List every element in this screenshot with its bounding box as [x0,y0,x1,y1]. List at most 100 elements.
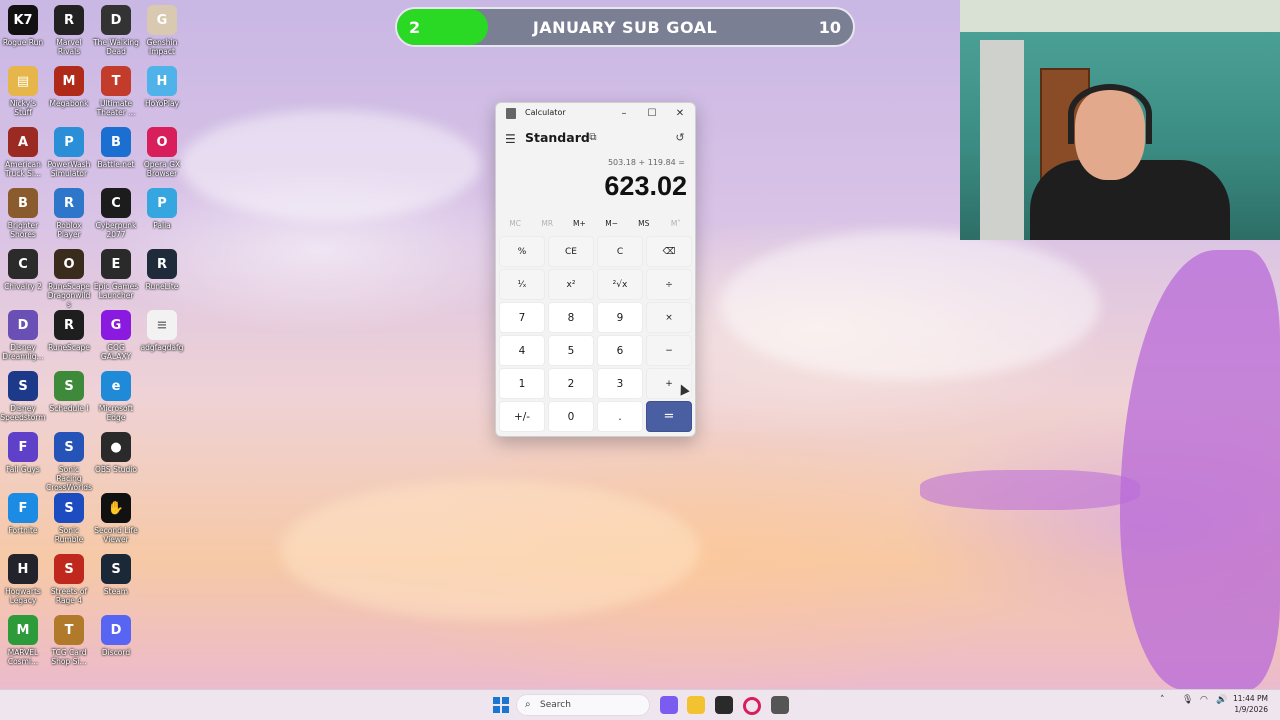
desktop-icon[interactable]: D Discord [93,615,139,657]
desktop-icon[interactable]: F Fall Guys [0,432,46,474]
digit-1-key[interactable]: 1 [499,368,545,399]
file-explorer-icon[interactable] [687,696,705,714]
multiply-key[interactable]: × [646,302,692,333]
digit-8-key[interactable]: 8 [548,302,594,333]
volume-icon[interactable]: 🔊 [1216,695,1227,705]
digit-9-key[interactable]: 9 [597,302,643,333]
maximize-button[interactable]: ☐ [638,105,666,122]
app-icon: H [147,66,177,96]
tray-chevron-icon[interactable]: ˄ [1160,695,1165,705]
desktop-icon[interactable]: F Fortnite [0,493,46,535]
desktop-icon[interactable]: O RuneScape Dragonwilds [46,249,92,309]
app-icon: S [54,493,84,523]
desktop-icon[interactable]: ≡ adgfagdafg [139,310,185,352]
calculator-app-icon [506,108,516,119]
desktop-icon[interactable]: R Roblox Player [46,188,92,239]
subtract-key[interactable]: − [646,335,692,366]
keep-on-top-icon[interactable]: ⧉ [587,132,599,144]
desktop-icon[interactable]: ▤ Nicky's Stuff [0,66,46,117]
memory-button[interactable]: MS [628,216,660,232]
reciprocal-key[interactable]: ¹⁄ₓ [499,269,545,300]
digit-3-key[interactable]: 3 [597,368,643,399]
divide-key[interactable]: ÷ [646,269,692,300]
desktop-icon[interactable]: P Palia [139,188,185,230]
desktop-icon[interactable]: R Marvel Rivals [46,5,92,56]
percent-key[interactable]: % [499,236,545,267]
desktop-icon[interactable]: P PowerWash Simulator [46,127,92,178]
desktop-icon[interactable]: T Ultimate Theater ... [93,66,139,117]
desktop-icon-label: OBS Studio [95,465,137,474]
desktop-icon[interactable]: H Hogwarts Legacy [0,554,46,605]
navigation-menu-icon[interactable]: ☰ [505,133,517,145]
desktop-icon[interactable]: R RuneLite [139,249,185,291]
digit-5-key[interactable]: 5 [548,335,594,366]
desktop-icon[interactable]: C Chivalry 2 [0,249,46,291]
desktop-icon[interactable]: e Microsoft Edge [93,371,139,422]
square-key[interactable]: x² [548,269,594,300]
windows-start-icon[interactable] [493,697,509,713]
calculator-titlebar[interactable]: Calculator – ☐ ✕ [496,103,695,123]
desktop-icon[interactable]: G GOG GALAXY [93,310,139,361]
desktop-icon[interactable]: K7 Rogue Run [0,5,46,47]
desktop-icon[interactable]: S Sonic Rumble [46,493,92,544]
calculator-window[interactable]: Calculator – ☐ ✕ ☰ Standard ⧉ ↺ 503.18 +… [495,102,696,437]
desktop-icon[interactable]: S Disney Speedstorm [0,371,46,422]
desktop-icon[interactable]: T TCG Card Shop Si... [46,615,92,666]
opera-gx-icon[interactable] [743,697,761,715]
wifi-icon[interactable]: ◠ [1200,695,1208,705]
digit-0-key[interactable]: 0 [548,401,594,432]
desktop-icon[interactable]: ● OBS Studio [93,432,139,474]
desktop-icon[interactable]: B Brighter Shores [0,188,46,239]
close-button[interactable]: ✕ [666,105,694,122]
equals-key[interactable]: = [646,401,692,432]
minimize-button[interactable]: – [610,105,638,122]
memory-button[interactable]: M− [596,216,628,232]
desktop-icon[interactable]: O Opera GX Browser [139,127,185,178]
copilot-icon[interactable] [660,696,678,714]
desktop-icon[interactable]: G Genshin Impact [139,5,185,56]
desktop-icon[interactable]: S Steam [93,554,139,596]
app-icon: R [54,310,84,340]
negate-key[interactable]: +/- [499,401,545,432]
app-icon: S [101,554,131,584]
desktop-icon[interactable]: B Battle.net [93,127,139,169]
desktop-icon-label: Sonic Rumble [54,526,84,544]
history-icon[interactable]: ↺ [673,131,687,145]
digit-4-key[interactable]: 4 [499,335,545,366]
desktop-icon-label: Roblox Player [56,221,82,239]
digit-7-key[interactable]: 7 [499,302,545,333]
desktop-icon[interactable]: S Schedule I [46,371,92,413]
desktop-icon[interactable]: M MARVEL Cosmi... [0,615,46,666]
taskbar-search-box[interactable]: ⌕ Search [516,694,650,716]
desktop-icon[interactable]: M Megabonk [46,66,92,108]
desktop-icon[interactable]: S Sonic Racing CrossWorlds [46,432,92,492]
obs-studio-icon[interactable] [715,696,733,714]
square-root-key[interactable]: ²√x [597,269,643,300]
desktop-icon[interactable]: D The Walking Dead [93,5,139,56]
clear-entry-key[interactable]: CE [548,236,594,267]
desktop-icon[interactable]: R RuneScape [46,310,92,352]
clear-key[interactable]: C [597,236,643,267]
desktop-icon-label: Disney Speedstorm [0,404,46,422]
desktop-icon-label: Second Life Viewer [94,526,138,544]
digit-6-key[interactable]: 6 [597,335,643,366]
app-icon: T [54,615,84,645]
microphone-icon[interactable]: 🎙 [1182,695,1193,705]
desktop-icon[interactable]: C Cyberpunk 2077 [93,188,139,239]
decimal-key[interactable]: . [597,401,643,432]
wallpaper-cloud [180,110,480,220]
desktop-icon[interactable]: A American Truck Si... [0,127,46,178]
backspace-key[interactable]: ⌫ [646,236,692,267]
desktop-icon[interactable]: E Epic Games Launcher [93,249,139,300]
wallpaper-cloud [280,480,700,620]
sub-goal-target: 10 [818,18,841,37]
taskbar-clock[interactable]: 11:44 PM 1/9/2026 [1233,693,1268,715]
desktop-icon[interactable]: H HoYoPlay [139,66,185,108]
desktop-icon[interactable]: ✋ Second Life Viewer [93,493,139,544]
memory-button[interactable]: M+ [563,216,595,232]
desktop-icon[interactable]: D Disney Dreamlig... [0,310,46,361]
desktop-icon[interactable]: S Streets of Rage 4 [46,554,92,605]
digit-2-key[interactable]: 2 [548,368,594,399]
calculator-icon[interactable] [771,696,789,714]
webcam-overlay [960,0,1280,240]
